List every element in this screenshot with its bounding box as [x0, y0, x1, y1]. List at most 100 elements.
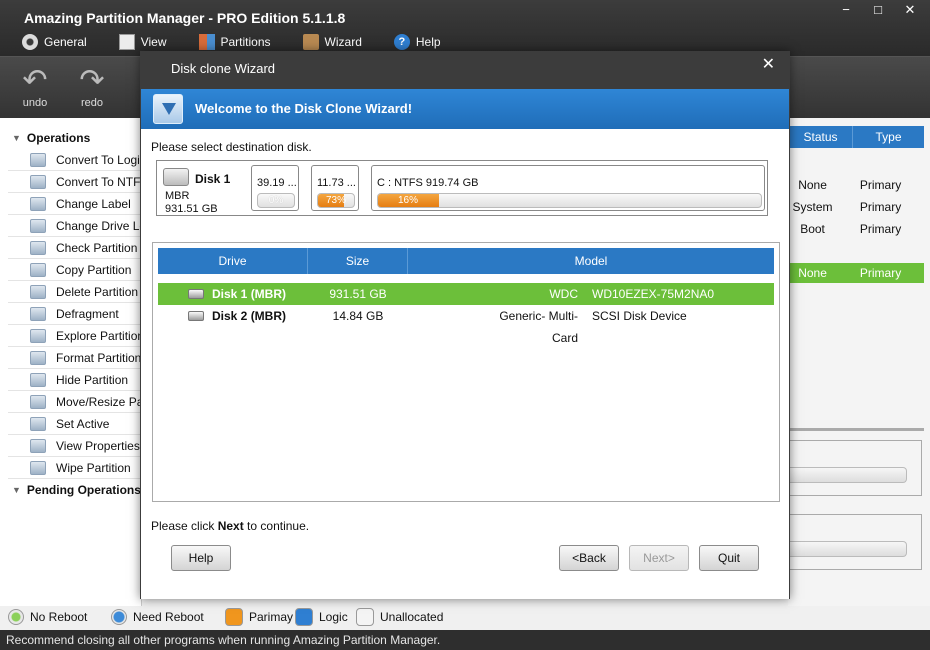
set-active-icon [30, 416, 46, 431]
disk-row[interactable]: Disk 2 (MBR) 14.84 GB Generic- Multi-Car… [158, 305, 774, 345]
disk-row-selected[interactable]: Disk 1 (MBR) 931.51 GB WDC WD10EZEX-75M2… [158, 283, 774, 305]
letter-icon [30, 218, 46, 233]
minimize-button[interactable]: − [834, 2, 858, 18]
partition-row[interactable]: System Primary [788, 197, 924, 217]
op-change-drive-letter[interactable]: Change Drive Letter [8, 215, 141, 237]
menu-general[interactable]: General [22, 34, 87, 50]
op-defragment[interactable]: Defragment [8, 303, 141, 325]
close-window-button[interactable]: ✕ [898, 2, 922, 18]
undo-button[interactable]: ↶ undo [15, 64, 55, 110]
banner-title: Welcome to the Disk Clone Wizard! [195, 101, 413, 116]
column-type[interactable]: Type [852, 126, 924, 148]
partition-block[interactable]: C : NTFS 919.74 GB 16% [371, 165, 765, 211]
redo-label: redo [80, 97, 104, 109]
op-change-label[interactable]: Change Label [8, 193, 141, 215]
logic-swatch [295, 608, 313, 626]
view-icon [118, 34, 135, 50]
op-wipe-partition[interactable]: Wipe Partition [8, 457, 141, 479]
disk-size-cell: 931.51 GB [329, 287, 387, 301]
quit-button[interactable]: Quit [699, 545, 759, 571]
disk-type: MBR [165, 190, 190, 202]
convert-icon [30, 152, 46, 167]
op-explore-partition[interactable]: Explore Partition [8, 325, 141, 347]
column-drive[interactable]: Drive [158, 248, 308, 274]
unallocated-swatch [356, 608, 374, 626]
pending-operations-header[interactable]: ▼ Pending Operations [0, 479, 141, 501]
disk-map-box[interactable] [788, 440, 922, 496]
partition-usage-bar: 16% [377, 193, 762, 208]
defragment-icon [30, 306, 46, 321]
operations-title: Operations [26, 131, 91, 145]
operations-list: Convert To Logical Convert To NTFS Chang… [0, 149, 141, 479]
op-label: Convert To NTFS [56, 174, 141, 189]
disk-info[interactable]: Disk 1 MBR 931.51 GB [163, 165, 245, 215]
partition-type: Primary [859, 200, 902, 214]
op-hide-partition[interactable]: Hide Partition [8, 369, 141, 391]
disk-model-cell: WDC WD10EZEX-75M2NA0 [408, 283, 774, 305]
menu-partitions[interactable]: Partitions [198, 34, 271, 50]
legend-need-reboot: Need Reboot [111, 609, 204, 625]
copy-icon [30, 262, 46, 277]
divider [788, 428, 924, 431]
menu-view[interactable]: View [118, 34, 167, 50]
partition-row[interactable]: Boot Primary [788, 219, 924, 239]
op-check-partition[interactable]: Check Partition [8, 237, 141, 259]
partitions-icon [198, 34, 215, 50]
hard-disk-icon [163, 168, 189, 186]
disk-list-table: Drive Size Model Disk 1 (MBR) 931.51 GB … [152, 242, 780, 502]
ntfs-icon [30, 174, 46, 189]
next-button[interactable]: Next> [629, 545, 689, 571]
continue-suffix: to continue. [243, 519, 310, 533]
column-status[interactable]: Status [788, 126, 852, 148]
check-icon [30, 240, 46, 255]
menu-wizard[interactable]: Wizard [302, 34, 362, 50]
partition-block[interactable]: 39.19 ... 0% [251, 165, 299, 211]
column-size[interactable]: Size [308, 248, 408, 274]
help-button[interactable]: Help [171, 545, 231, 571]
op-label: Explore Partition [56, 328, 141, 343]
partition-list-header: Status Type [788, 126, 924, 148]
disk-size: 931.51 GB [165, 203, 218, 215]
op-view-properties[interactable]: View Properties [8, 435, 141, 457]
partition-status: None [798, 178, 827, 192]
redo-button[interactable]: ↷ redo [72, 65, 112, 110]
op-convert-to-ntfs[interactable]: Convert To NTFS [8, 171, 141, 193]
op-copy-partition[interactable]: Copy Partition [8, 259, 141, 281]
legend-bar: No Reboot Need Reboot Parimay Logic Unal… [0, 606, 930, 628]
op-delete-partition[interactable]: Delete Partition [8, 281, 141, 303]
op-label: Defragment [56, 306, 119, 321]
gear-icon [22, 34, 38, 50]
partition-row-selected[interactable]: None Primary [788, 263, 924, 283]
legend-label: Parimay [249, 610, 294, 624]
disk-model: WD10EZEX-75M2NA0 [592, 287, 715, 301]
back-button[interactable]: <Back [559, 545, 619, 571]
partition-block[interactable]: 11.73 ... 73% [311, 165, 359, 211]
partition-row[interactable]: None Primary [788, 175, 924, 195]
op-move-resize-partition[interactable]: Move/Resize Partition [8, 391, 141, 413]
undo-icon: ↶ [22, 64, 48, 97]
op-label: Change Label [56, 196, 131, 211]
column-model[interactable]: Model [408, 248, 774, 274]
disk-name: Disk 1 [195, 172, 231, 186]
op-label: Convert To Logical [56, 152, 141, 167]
op-label: Set Active [56, 416, 110, 431]
partition-type: Primary [859, 178, 902, 192]
partition-label: C : NTFS 919.74 GB [377, 177, 479, 189]
operations-header[interactable]: ▼ Operations [0, 127, 141, 149]
maximize-button[interactable]: □ [866, 2, 890, 18]
dialog-close-button[interactable]: ✕ [762, 54, 775, 74]
partition-status: None [798, 266, 827, 280]
label-icon [30, 196, 46, 211]
menu-partitions-label: Partitions [220, 35, 271, 49]
menu-help[interactable]: ? Help [393, 34, 441, 50]
pending-operations-title: Pending Operations [26, 483, 141, 497]
legend-primary: Parimay [225, 608, 293, 626]
op-convert-to-logical[interactable]: Convert To Logical [8, 149, 141, 171]
disk-map-box[interactable] [788, 514, 922, 570]
disk-clone-wizard-dialog: Disk clone Wizard ✕ Welcome to the Disk … [140, 51, 790, 599]
legend-logic: Logic [295, 608, 348, 626]
disk-table-header: Drive Size Model [158, 248, 774, 274]
op-format-partition[interactable]: Format Partition [8, 347, 141, 369]
menu-wizard-label: Wizard [324, 35, 362, 49]
op-set-active[interactable]: Set Active [8, 413, 141, 435]
